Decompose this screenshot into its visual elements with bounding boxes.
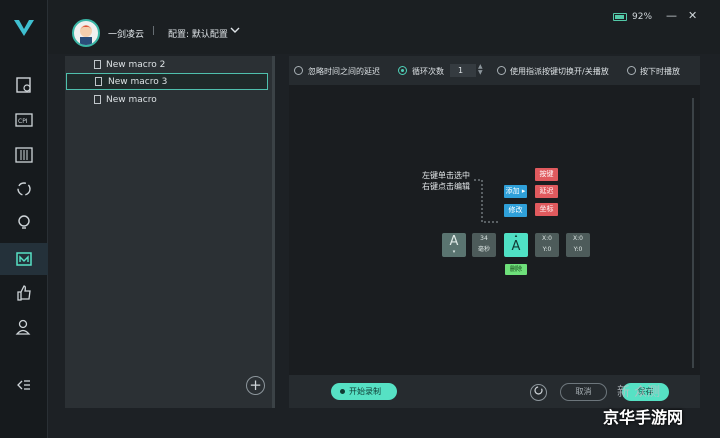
add-macro-button[interactable]: + [246,376,265,395]
hint-connector [474,179,498,223]
sync-icon [17,182,31,196]
equalizer-icon [15,147,33,163]
avatar[interactable] [72,19,100,47]
macro-list-item[interactable]: New macro [65,91,267,108]
nav-monitor-settings[interactable] [0,69,48,101]
toggle-key-label: 使用指派按键切换开/关播放 [510,67,609,76]
start-recording-button[interactable]: 开始录制 [331,383,397,400]
nav-sync[interactable] [0,173,48,205]
header-separator: | [152,26,156,36]
svg-text:CPI: CPI [18,118,28,125]
nav-macro[interactable] [0,243,48,275]
user-name: 一剑凌云 [108,30,145,40]
nav-lighting[interactable] [0,207,48,239]
brand-logo-icon [14,20,34,36]
insert-delay-chip[interactable]: 延迟 [535,185,558,198]
playback-options: 忽略时间之间的延迟 循环次数 1 ▲ ▼ 使用指派按键切换开/关播放 按下时播放 [289,56,700,85]
coordinate-event[interactable]: X:0 Y:0 [566,233,590,257]
ignore-delay-radio[interactable] [294,66,303,75]
collapse-nav-button[interactable] [0,369,48,401]
modify-action-chip[interactable]: 修改 [504,204,527,217]
toggle-key-radio[interactable] [497,66,506,75]
cancel-button[interactable]: 取消 [560,383,607,401]
hint-right-click: 右键点击编辑 [422,182,470,191]
hold-play-radio[interactable] [627,66,636,75]
battery-level: 92% [632,12,653,22]
loop-count-radio[interactable] [398,66,407,75]
nav-cpi[interactable]: CPI [0,104,48,136]
file-icon [94,95,101,104]
file-icon [95,77,102,86]
file-icon [94,60,101,69]
battery-icon [613,13,627,21]
user-settings-icon [15,319,31,335]
nav-equalizer[interactable] [0,139,48,171]
refresh-icon [534,386,543,395]
key-a-up-event[interactable]: ▴ A [504,233,528,257]
hint-left-click: 左键单击选中 [422,171,470,180]
loop-count-label: 循环次数 [412,67,444,76]
lightbulb-icon [18,215,30,229]
watermark-sub: 新 众测 [617,385,661,400]
cpi-icon: CPI [15,113,33,127]
loop-count-input[interactable]: 1 [450,64,476,77]
close-button[interactable]: ✕ [688,9,697,22]
key-a-down-event[interactable]: A ▾ [442,233,466,257]
loop-stepper-icon[interactable]: ▲ ▼ [478,64,483,76]
delete-event-chip[interactable]: 删除 [505,264,527,275]
nav-account[interactable] [0,311,48,343]
hold-play-label: 按下时播放 [640,67,680,76]
monitor-gear-icon [16,77,31,93]
add-action-chip[interactable]: 添加 ▸ [504,185,527,198]
macro-editor: 忽略时间之间的延迟 循环次数 1 ▲ ▼ 使用指派按键切换开/关播放 按下时播放 … [289,56,700,407]
nav-rail: CPI [0,0,48,438]
macro-icon [16,252,32,266]
thumbs-up-icon [17,285,31,301]
delay-event[interactable]: 34 毫秒 [472,233,496,257]
editor-scrollbar[interactable] [692,98,694,368]
macro-list-panel: New macro 2 New macro 3 New macro + [65,56,275,408]
reset-button[interactable] [530,384,547,401]
macro-list-item[interactable]: New macro 2 [65,56,267,73]
avatar-icon [80,25,92,45]
insert-coord-chip[interactable]: 坐标 [535,203,558,216]
collapse-menu-icon [17,380,30,390]
nav-like[interactable] [0,277,48,309]
minimize-button[interactable]: — [666,9,677,22]
insert-key-chip[interactable]: 按键 [535,168,558,181]
coordinate-event[interactable]: X:0 Y:0 [535,233,559,257]
config-selector[interactable]: 配置: 默认配置 [168,27,228,40]
chevron-down-icon[interactable] [230,25,240,35]
macro-list-item-selected[interactable]: New macro 3 [66,73,268,90]
arrow-down-icon: ▾ [452,249,456,255]
ignore-delay-label: 忽略时间之间的延迟 [308,67,380,76]
app-header: 一剑凌云 | 配置: 默认配置 92% — ✕ [48,0,720,54]
watermark: 京华手游网 [603,408,684,427]
